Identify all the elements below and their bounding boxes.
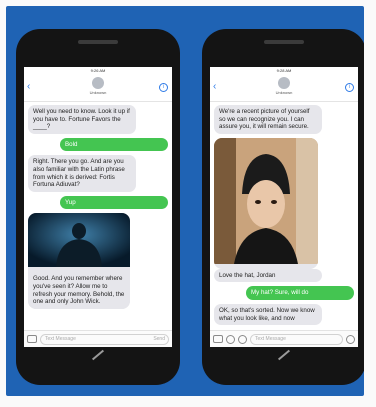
contact-name: Unknown bbox=[89, 90, 107, 95]
avatar bbox=[92, 77, 104, 89]
message-outgoing: Bold bbox=[60, 137, 168, 152]
message-input[interactable]: Text Message Send bbox=[40, 333, 169, 345]
send-icon[interactable] bbox=[346, 334, 355, 344]
camera-icon[interactable] bbox=[213, 335, 223, 343]
conversation-header: ‹ Unknown i bbox=[24, 77, 172, 102]
contact-name: Unknown bbox=[275, 90, 293, 95]
message-list: We're a recent picture of yourself so we… bbox=[210, 102, 358, 332]
compose-bar: Text Message Send bbox=[24, 330, 172, 347]
screenshot-panel: 9:26 AM ‹ Unknown i Well you need to kno… bbox=[6, 6, 364, 396]
phone-right: 9:28 AM ‹ Unknown i We're a recent pictu… bbox=[202, 29, 364, 385]
message-incoming: Good. And you remember where you've seen… bbox=[28, 272, 130, 309]
camera-icon[interactable] bbox=[27, 335, 37, 343]
message-outgoing: Yup bbox=[60, 195, 168, 210]
message-incoming: OK, so that's sorted. Now we know what y… bbox=[214, 303, 322, 326]
info-icon[interactable]: i bbox=[159, 83, 168, 92]
avatar bbox=[278, 77, 290, 89]
messages-screen-left: 9:26 AM ‹ Unknown i Well you need to kno… bbox=[24, 67, 172, 347]
info-icon[interactable]: i bbox=[345, 83, 354, 92]
status-bar: 9:28 AM bbox=[276, 68, 292, 73]
chevron-left-icon[interactable]: ‹ bbox=[27, 81, 30, 92]
message-incoming: Love the hat, Jordan bbox=[214, 268, 322, 283]
speaker-grille bbox=[78, 40, 118, 44]
home-indicator bbox=[277, 349, 291, 361]
mic-icon[interactable] bbox=[238, 334, 247, 344]
message-input[interactable]: Text Message bbox=[250, 333, 343, 345]
messages-screen-right: 9:28 AM ‹ Unknown i We're a recent pictu… bbox=[210, 67, 358, 347]
message-incoming: Well you need to know. Look it up if you… bbox=[28, 105, 136, 134]
message-incoming: We're a recent picture of yourself so we… bbox=[214, 105, 322, 134]
page: 9:26 AM ‹ Unknown i Well you need to kno… bbox=[0, 0, 376, 407]
message-incoming: Right. There you go. And are you also fa… bbox=[28, 155, 136, 192]
app-store-icon[interactable] bbox=[226, 334, 235, 344]
image-attachment[interactable]: Good. And you remember where you've seen… bbox=[28, 213, 130, 309]
image-attachment[interactable] bbox=[214, 137, 318, 269]
conversation-header: ‹ Unknown i bbox=[210, 77, 358, 102]
home-indicator bbox=[91, 349, 105, 361]
photo-man-back bbox=[28, 213, 130, 268]
speaker-grille bbox=[264, 40, 304, 44]
photo-selfie bbox=[214, 137, 318, 264]
message-list: Well you need to know. Look it up if you… bbox=[24, 102, 172, 312]
send-button[interactable]: Send bbox=[153, 335, 165, 344]
status-bar: 9:26 AM bbox=[90, 68, 106, 73]
chevron-left-icon[interactable]: ‹ bbox=[213, 81, 216, 92]
phone-left: 9:26 AM ‹ Unknown i Well you need to kno… bbox=[16, 29, 180, 385]
input-placeholder: Text Message bbox=[255, 335, 286, 342]
message-outgoing: My hat? Sure, will do bbox=[246, 286, 354, 300]
compose-bar: Text Message bbox=[210, 330, 358, 347]
input-placeholder: Text Message bbox=[45, 335, 76, 342]
